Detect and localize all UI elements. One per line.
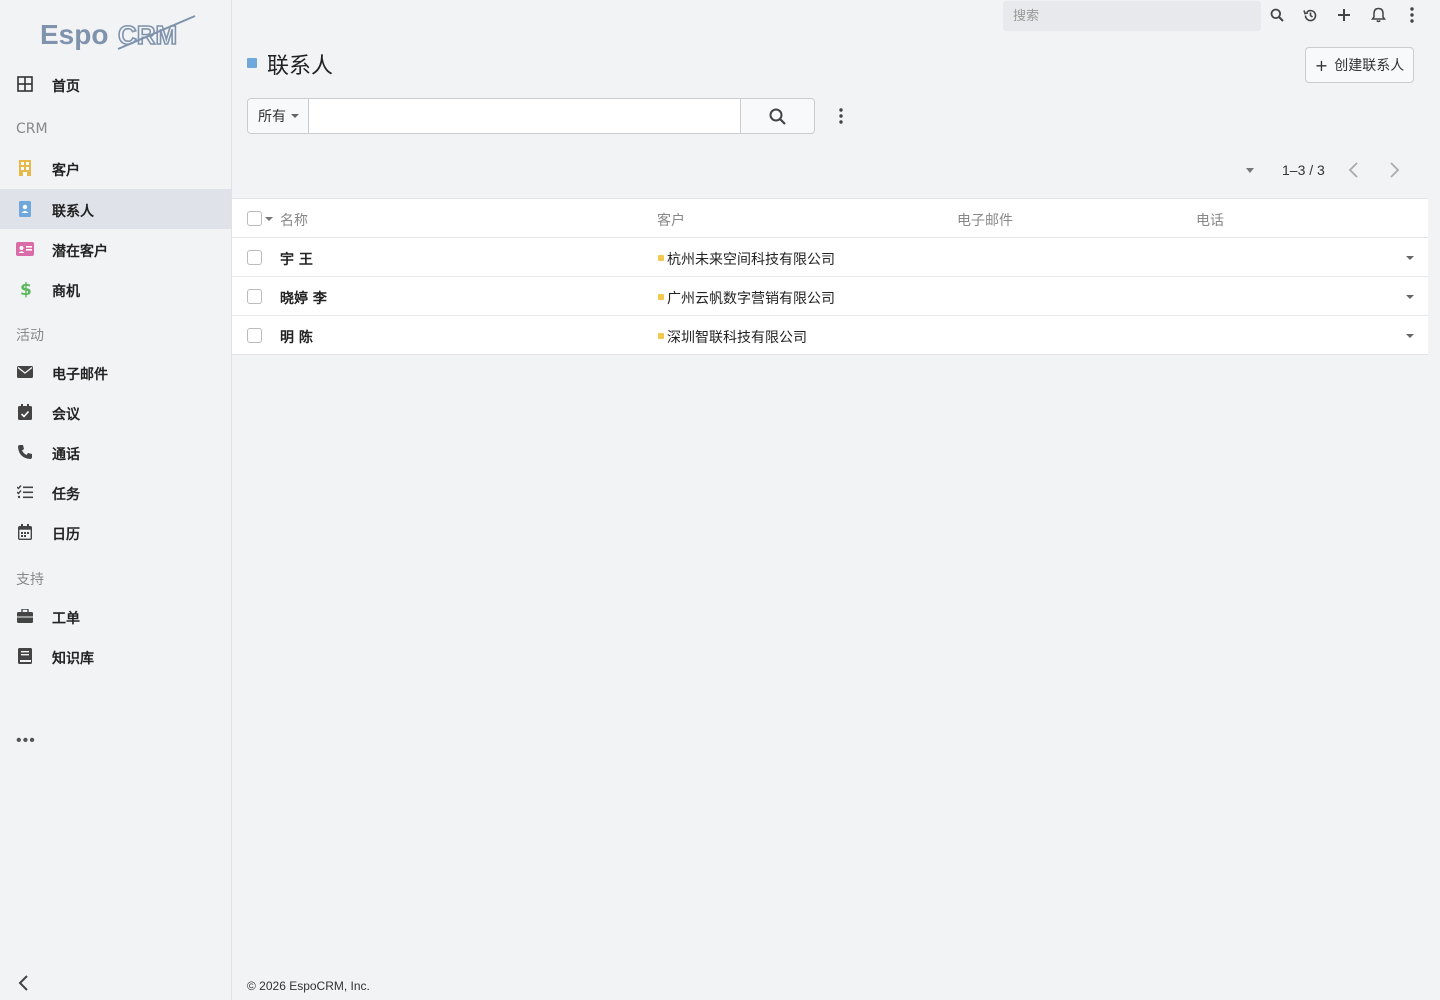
- filter-bar: 所有: [247, 98, 815, 134]
- search-icon: [769, 108, 786, 125]
- footer-copyright: © 2026 EspoCRM, Inc.: [247, 979, 370, 993]
- nav-group-activities: 活动: [16, 328, 44, 344]
- svg-text:CRM: CRM: [118, 20, 177, 50]
- table-row: 宇 王 杭州未来空间科技有限公司: [232, 238, 1428, 277]
- envelope-icon: [16, 363, 34, 381]
- sidebar-item-label: 会议: [52, 407, 80, 423]
- chevron-right-icon[interactable]: [1386, 160, 1402, 180]
- sidebar-item-label: 首页: [52, 79, 80, 95]
- calendar-check-icon: [16, 403, 34, 421]
- row-checkbox[interactable]: [247, 250, 262, 265]
- filter-preset-dropdown[interactable]: 所有: [248, 99, 309, 133]
- table-header: 名称 客户 电子邮件 电话: [232, 199, 1428, 238]
- sidebar-item-home[interactable]: 首页: [0, 64, 231, 104]
- phone-icon: [16, 443, 34, 461]
- plus-icon[interactable]: [1335, 6, 1353, 24]
- account-link[interactable]: 广州云帆数字营销有限公司: [667, 288, 835, 308]
- sort-dropdown-caret-icon[interactable]: [1246, 168, 1254, 173]
- page-title: 联系人: [267, 54, 334, 79]
- sidebar-item-opportunities[interactable]: $ 商机: [0, 269, 231, 309]
- dollar-icon: $: [16, 280, 34, 298]
- chevron-down-icon[interactable]: [265, 217, 273, 221]
- collapse-sidebar-button[interactable]: [16, 974, 32, 992]
- briefcase-icon: [16, 607, 34, 625]
- sidebar-item-label: 通话: [52, 447, 80, 463]
- svg-text:Espo: Espo: [40, 19, 108, 50]
- table-row: 晓婷 李 广州云帆数字营销有限公司: [232, 277, 1428, 316]
- book-icon: [16, 647, 34, 665]
- table-row: 明 陈 深圳智联科技有限公司: [232, 316, 1428, 355]
- sidebar-item-leads[interactable]: 潜在客户: [0, 229, 231, 269]
- sidebar-item-label: 商机: [52, 284, 80, 300]
- contacts-table: 名称 客户 电子邮件 电话 宇 王 杭州未来空间科技有限公司 晓婷 李 广州云帆…: [232, 198, 1428, 355]
- column-header-account[interactable]: 客户: [657, 210, 685, 230]
- create-contact-button[interactable]: + 创建联系人: [1305, 47, 1414, 83]
- sidebar-item-accounts[interactable]: 客户: [0, 148, 231, 188]
- sidebar-item-meetings[interactable]: 会议: [0, 392, 231, 432]
- sidebar-item-calendar[interactable]: 日历: [0, 512, 231, 552]
- sidebar-item-label: 电子邮件: [52, 367, 108, 383]
- espocrm-logo[interactable]: Espo CRM: [40, 12, 200, 56]
- contact-name-link[interactable]: 晓婷 李: [280, 288, 327, 308]
- contact-name-link[interactable]: 明 陈: [280, 327, 313, 347]
- tasks-icon: [16, 483, 34, 501]
- chevron-left-icon[interactable]: [1346, 160, 1362, 180]
- sidebar-item-cases[interactable]: 工单: [0, 596, 231, 636]
- sidebar-item-calls[interactable]: 通话: [0, 432, 231, 472]
- sidebar-item-label: 日历: [52, 527, 80, 543]
- contact-name-link[interactable]: 宇 王: [280, 249, 313, 269]
- history-icon[interactable]: [1301, 6, 1319, 24]
- filter-search-button[interactable]: [740, 99, 814, 133]
- id-card-icon: [16, 240, 34, 258]
- sidebar: Espo CRM 首页 CRM 客户 联系人 潜在客户 $ 商机 活动 电子邮件…: [0, 0, 232, 1000]
- sidebar-item-label: 潜在客户: [52, 244, 108, 260]
- account-link[interactable]: 深圳智联科技有限公司: [667, 327, 807, 347]
- pagination-count: 1–3 / 3: [1282, 162, 1325, 178]
- bell-icon[interactable]: [1369, 6, 1387, 24]
- calendar-icon: [16, 523, 34, 541]
- nav-group-crm: CRM: [16, 121, 48, 137]
- plus-icon: +: [1314, 55, 1329, 75]
- row-actions-caret-icon[interactable]: [1406, 256, 1414, 260]
- sidebar-item-label: 任务: [52, 487, 80, 503]
- sidebar-item-label: 客户: [52, 163, 80, 179]
- menu-vertical-icon[interactable]: [1403, 6, 1421, 24]
- row-actions-caret-icon[interactable]: [1406, 334, 1414, 338]
- account-marker: [658, 333, 664, 339]
- title-color-marker: [247, 58, 257, 68]
- filter-preset-label: 所有: [258, 109, 286, 125]
- svg-text:$: $: [20, 280, 31, 298]
- account-link[interactable]: 杭州未来空间科技有限公司: [667, 249, 835, 269]
- sidebar-item-knowledge-base[interactable]: 知识库: [0, 636, 231, 676]
- sidebar-item-emails[interactable]: 电子邮件: [0, 352, 231, 392]
- row-checkbox[interactable]: [247, 289, 262, 304]
- chevron-down-icon: [291, 114, 299, 118]
- row-actions-caret-icon[interactable]: [1406, 295, 1414, 299]
- filter-text-input[interactable]: [309, 99, 740, 133]
- nav-group-support: 支持: [16, 572, 44, 588]
- global-search-input[interactable]: [1003, 1, 1261, 31]
- select-all-checkbox[interactable]: [247, 211, 262, 226]
- row-checkbox[interactable]: [247, 328, 262, 343]
- column-header-phone: 电话: [1196, 213, 1224, 229]
- sidebar-item-label: 知识库: [52, 651, 94, 667]
- account-marker: [658, 294, 664, 300]
- more-menu-button[interactable]: •••: [16, 732, 36, 750]
- sidebar-item-tasks[interactable]: 任务: [0, 472, 231, 512]
- column-header-name[interactable]: 名称: [280, 210, 308, 230]
- sidebar-item-label: 工单: [52, 611, 80, 627]
- sidebar-item-contacts[interactable]: 联系人: [0, 189, 231, 229]
- create-contact-label: 创建联系人: [1334, 58, 1405, 74]
- filter-options-menu-icon[interactable]: [833, 106, 849, 126]
- building-icon: [16, 159, 34, 177]
- account-marker: [658, 255, 664, 261]
- column-header-email: 电子邮件: [957, 213, 1013, 229]
- sidebar-item-label: 联系人: [52, 204, 94, 220]
- address-book-icon: [16, 200, 34, 218]
- th-large-icon: [16, 75, 34, 93]
- search-icon[interactable]: [1268, 6, 1286, 24]
